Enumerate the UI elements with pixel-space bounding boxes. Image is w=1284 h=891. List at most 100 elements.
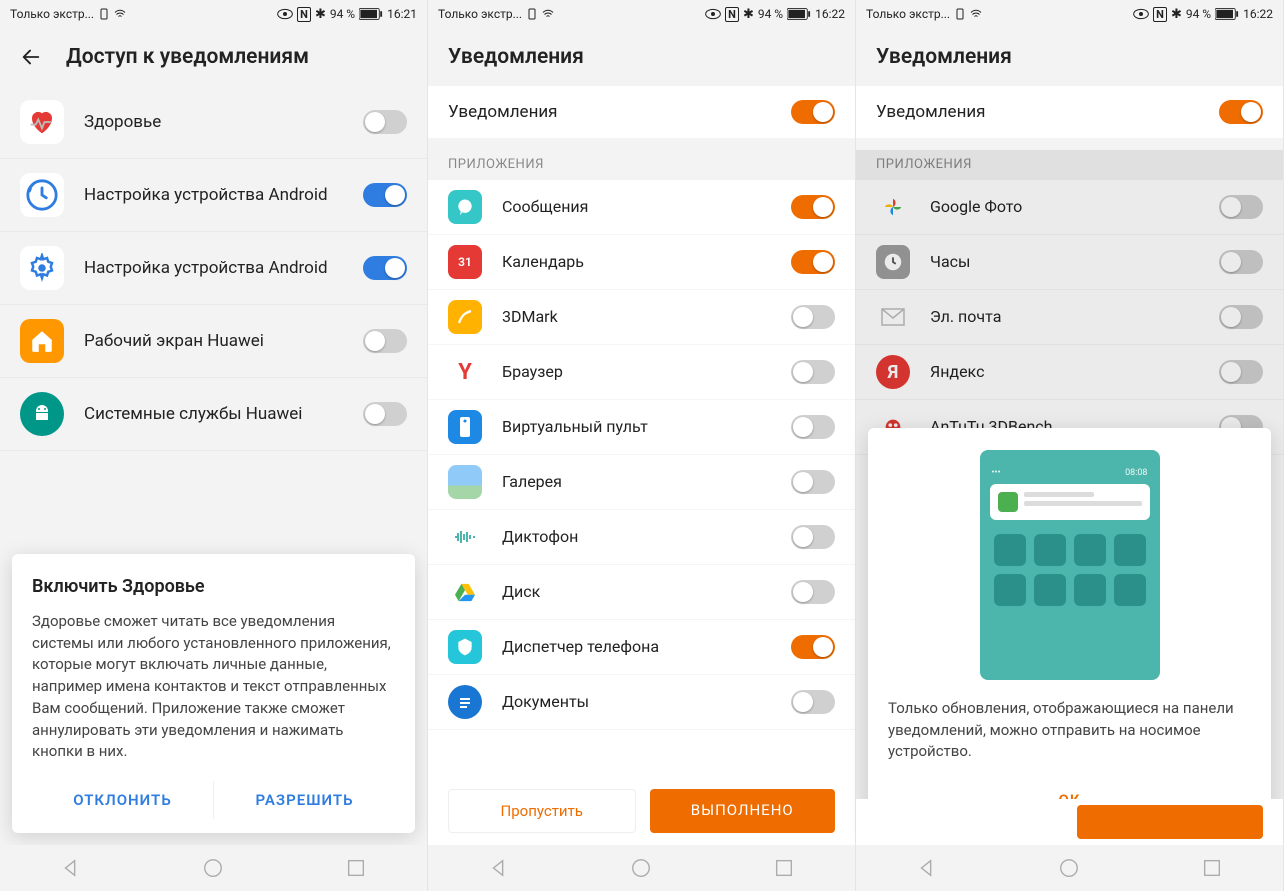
nav-back-icon[interactable] [60,857,82,879]
skip-button[interactable]: Пропустить [448,789,636,833]
messages-icon [448,190,482,224]
toggle[interactable] [791,525,835,549]
toggle[interactable] [791,690,835,714]
eye-icon [1133,8,1149,20]
list-item[interactable]: Системные службы Huawei [0,378,427,451]
list-item-label: Браузер [502,362,771,383]
toggle[interactable] [791,360,835,384]
carrier-label: Только экстр... [866,7,950,21]
status-bar: Только экстр... N ✱ 94 % 16:21 [0,0,427,28]
toggle[interactable] [791,580,835,604]
list-item[interactable]: Рабочий экран Huawei [0,305,427,378]
recorder-icon [448,520,482,554]
master-toggle-row[interactable]: Уведомления [428,86,855,139]
remote-icon [448,410,482,444]
list-item-label: Здоровье [84,111,343,133]
done-button-hidden [1077,805,1264,839]
list-item[interactable]: Настройка устройства Android [0,159,427,232]
health-icon [20,100,64,144]
bluetooth-icon: ✱ [315,7,326,22]
decline-button[interactable]: ОТКЛОНИТЬ [32,781,213,819]
sim-icon [526,8,538,20]
list-item[interactable]: Документы [428,675,855,730]
wifi-icon [970,8,982,20]
list-item-label: Галерея [502,472,771,493]
nav-back-icon[interactable] [916,857,938,879]
nav-back-icon[interactable] [488,857,510,879]
toggle[interactable] [1219,100,1263,124]
battery-icon [359,8,383,20]
phone-illustration: •••08:08 [980,450,1160,680]
list-item[interactable]: Диктофон [428,510,855,565]
toggle[interactable] [791,470,835,494]
wechat-icon [998,492,1018,512]
wifi-icon [114,8,126,20]
nav-recent-icon[interactable] [1201,857,1223,879]
toggle[interactable] [791,195,835,219]
nav-recent-icon[interactable] [345,857,367,879]
nav-recent-icon[interactable] [773,857,795,879]
dialog-body: Только обновления, отображающиеся на пан… [888,698,1251,763]
toggle[interactable] [791,250,835,274]
list-item-label: 3DMark [502,307,771,328]
nfc-icon: N [297,7,311,22]
toggle[interactable] [791,635,835,659]
list-item[interactable]: Диск [428,565,855,620]
3dmark-icon [448,300,482,334]
nav-bar [428,845,855,891]
list-item[interactable]: Диспетчер телефона [428,620,855,675]
header: Уведомления [856,28,1283,86]
nav-home-icon[interactable] [202,857,224,879]
back-button[interactable] [20,46,42,68]
header: Уведомления [428,28,855,86]
screen-notifications: Только экстр... N ✱ 94 % 16:22 Уведомлен… [428,0,856,891]
clock-label: 16:22 [815,7,845,21]
toggle[interactable] [363,256,407,280]
list-item[interactable]: Здоровье [0,86,427,159]
android-setup-icon [20,173,64,217]
list-item-label: Настройка устройства Android [84,257,343,279]
list-item-label: Документы [502,692,771,713]
bluetooth-icon: ✱ [1171,7,1182,22]
list-item-label: Диктофон [502,527,771,548]
list-item[interactable]: Галерея [428,455,855,510]
nav-home-icon[interactable] [1058,857,1080,879]
list-item[interactable]: Виртуальный пульт [428,400,855,455]
toggle[interactable] [791,100,835,124]
bottom-bar: Пропустить ВЫПОЛНЕНО [428,777,855,845]
permission-dialog: Включить Здоровье Здоровье сможет читать… [12,554,415,833]
master-toggle-label: Уведомления [448,101,771,123]
eye-icon [277,8,293,20]
list-item[interactable]: 31 Календарь [428,235,855,290]
toggle[interactable] [791,415,835,439]
list-item[interactable]: Y Браузер [428,345,855,400]
documents-icon [448,685,482,719]
toggle[interactable] [791,305,835,329]
toggle[interactable] [363,110,407,134]
master-toggle-label: Уведомления [876,101,1199,123]
android-icon [20,392,64,436]
screen-notifications-dialog: Только экстр... N ✱ 94 % 16:22 Уведомлен… [856,0,1284,891]
toggle[interactable] [363,183,407,207]
list-item-label: Сообщения [502,197,771,218]
carrier-label: Только экстр... [10,7,94,21]
clock-label: 16:22 [1243,7,1273,21]
list-item[interactable]: 3DMark [428,290,855,345]
phone-manager-icon [448,630,482,664]
list-item-label: Рабочий экран Huawei [84,330,343,352]
page-title: Уведомления [448,45,584,69]
screen-notification-access: Только экстр... N ✱ 94 % 16:21 Доступ к … [0,0,428,891]
list-item[interactable]: Настройка устройства Android [0,232,427,305]
master-toggle-row[interactable]: Уведомления [856,86,1283,139]
info-dialog: •••08:08 Только обновления, отображающие… [868,428,1271,833]
accept-button[interactable]: РАЗРЕШИТЬ [213,781,395,819]
list-item-label: Календарь [502,252,771,273]
toggle[interactable] [363,329,407,353]
toggle[interactable] [363,402,407,426]
done-button[interactable]: ВЫПОЛНЕНО [650,789,836,833]
wifi-icon [542,8,554,20]
list-item-label: Настройка устройства Android [84,184,343,206]
list-item[interactable]: Сообщения [428,180,855,235]
battery-pct: 94 % [1186,7,1211,21]
nav-home-icon[interactable] [630,857,652,879]
